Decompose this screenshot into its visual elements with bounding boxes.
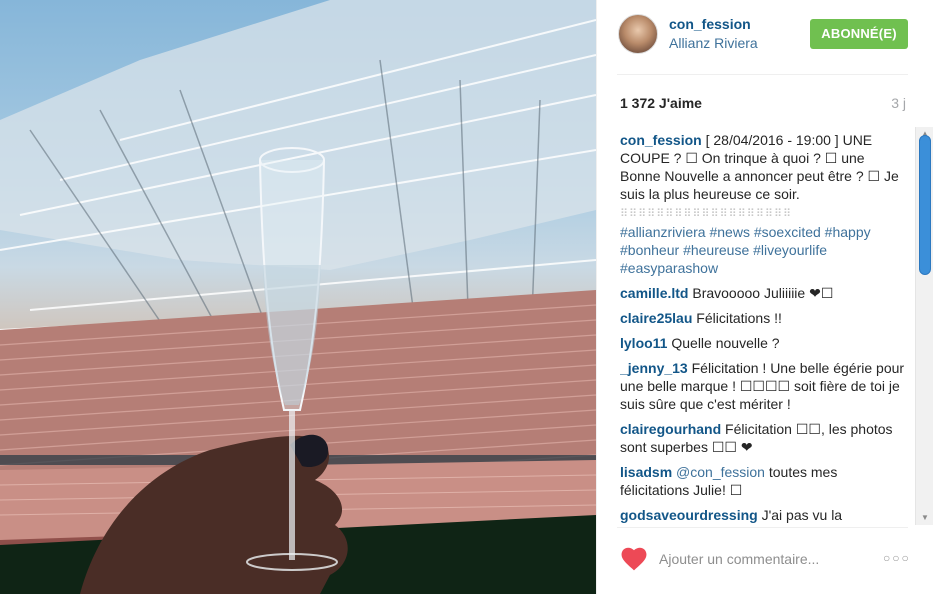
header-divider xyxy=(617,74,908,75)
hashtag-link[interactable]: #happy xyxy=(825,224,871,240)
post-age[interactable]: 3 j xyxy=(891,95,906,111)
comment-username[interactable]: godsaveourdressing xyxy=(620,507,758,523)
comment-mention-link[interactable]: @con_fession xyxy=(676,464,765,480)
comments-list[interactable]: con_fession [ 28/04/2016 - 19:00 ] UNE C… xyxy=(620,131,905,525)
caption-username[interactable]: con_fession xyxy=(620,132,702,148)
comment-username[interactable]: clairegourhand xyxy=(620,421,721,437)
comment-text: Félicitations !! xyxy=(696,310,782,326)
comment-item: lisadsm @con_fession toutes mes félicita… xyxy=(620,463,905,499)
hashtag-link[interactable]: #news xyxy=(709,224,749,240)
add-comment-input[interactable] xyxy=(659,547,869,571)
scrollbar-thumb[interactable] xyxy=(919,135,931,275)
comment-username[interactable]: claire25lau xyxy=(620,310,692,326)
comment-item: claire25lau Félicitations !! xyxy=(620,309,905,327)
comment-text: Quelle nouvelle ? xyxy=(671,335,780,351)
hashtag-link[interactable]: #soexcited xyxy=(754,224,821,240)
comment-text: J'ai pas vu la xyxy=(761,507,843,523)
post-footer: ○○○ xyxy=(597,527,933,594)
hashtag-link[interactable]: #heureuse xyxy=(683,242,749,258)
comment-username[interactable]: lyloo11 xyxy=(620,335,667,351)
scroll-down-arrow-icon[interactable]: ▼ xyxy=(919,512,931,524)
comment-item: camille.ltd Bravooooo Juliiiiie ❤☐ xyxy=(620,284,905,302)
heart-icon[interactable] xyxy=(621,547,647,571)
stadium-champagne-image xyxy=(0,0,596,594)
comments-scrollbar[interactable]: ▲ ▼ xyxy=(915,127,933,525)
comment-username[interactable]: lisadsm xyxy=(620,464,672,480)
comment-item: clairegourhand Félicitation ☐☐, les phot… xyxy=(620,420,905,456)
post-username-link[interactable]: con_fession xyxy=(669,16,751,32)
following-button[interactable]: ABONNÉ(E) xyxy=(810,19,908,49)
comment-username[interactable]: _jenny_13 xyxy=(620,360,688,376)
caption: con_fession [ 28/04/2016 - 19:00 ] UNE C… xyxy=(620,131,905,277)
post-photo xyxy=(0,0,596,594)
avatar[interactable] xyxy=(618,14,658,54)
hashtag-link[interactable]: #liveyourlife xyxy=(753,242,827,258)
post-details-panel: con_fession Allianz Riviera ABONNÉ(E) 1 … xyxy=(596,0,933,594)
more-options-icon[interactable]: ○○○ xyxy=(883,551,909,565)
comment-item: godsaveourdressing J'ai pas vu la xyxy=(620,506,905,524)
hashtag-link[interactable]: #bonheur xyxy=(620,242,679,258)
hashtag-link[interactable]: #allianzriviera xyxy=(620,224,706,240)
post-header: con_fession Allianz Riviera ABONNÉ(E) xyxy=(597,0,933,74)
likes-count[interactable]: 1 372 J'aime xyxy=(620,95,702,111)
comment-text: Bravooooo Juliiiiie ❤☐ xyxy=(692,285,834,301)
comment-item: lyloo11 Quelle nouvelle ? xyxy=(620,334,905,352)
comment-username[interactable]: camille.ltd xyxy=(620,285,688,301)
caption-dots: ⠿⠿⠿⠿⠿⠿⠿⠿⠿⠿⠿⠿⠿⠿⠿⠿⠿⠿⠿ xyxy=(620,208,793,220)
post-location-link[interactable]: Allianz Riviera xyxy=(669,35,758,51)
comment-item: _jenny_13 Félicitation ! Une belle égéri… xyxy=(620,359,905,413)
hashtag-link[interactable]: #easyparashow xyxy=(620,260,718,276)
